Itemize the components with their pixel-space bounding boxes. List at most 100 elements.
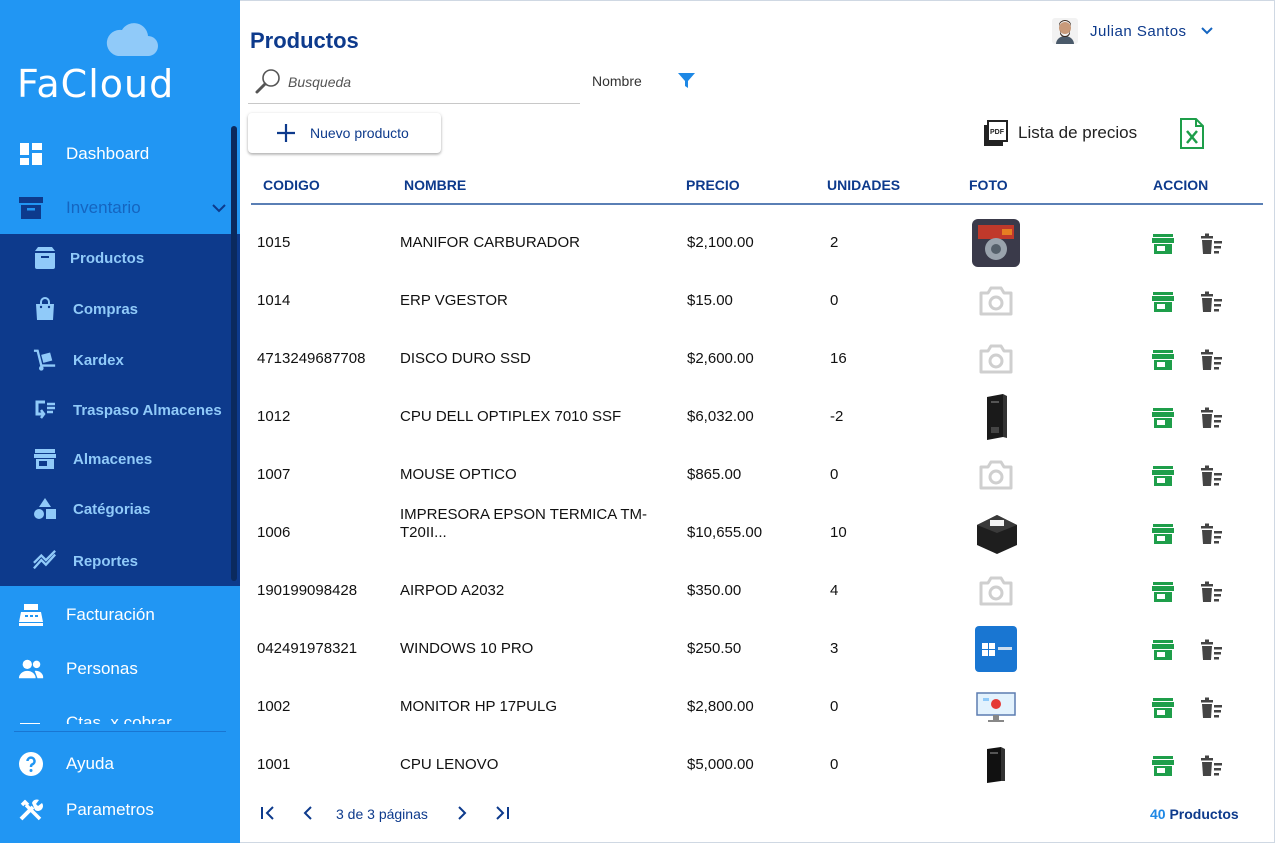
filter-icon[interactable] xyxy=(677,71,696,90)
cell-code: 1007 xyxy=(257,466,291,483)
product-photo[interactable] xyxy=(971,392,1021,442)
product-photo[interactable] xyxy=(971,682,1021,732)
store-icon[interactable] xyxy=(1151,465,1175,487)
delete-icon[interactable] xyxy=(1199,581,1223,603)
last-page-icon[interactable] xyxy=(492,803,512,823)
camera-placeholder-icon[interactable] xyxy=(971,276,1021,326)
new-product-button[interactable]: Nuevo producto xyxy=(248,113,441,153)
delete-icon[interactable] xyxy=(1199,697,1223,719)
user-menu[interactable]: Julian Santos xyxy=(1052,17,1215,45)
product-count: 40 Productos xyxy=(1150,806,1239,822)
submenu-item-reportes[interactable]: Reportes xyxy=(0,539,240,583)
delete-icon[interactable] xyxy=(1199,349,1223,371)
cell-name: IMPRESORA EPSON TERMICA TM-T20II... xyxy=(400,506,647,541)
submenu-item-label: Catégorias xyxy=(73,500,151,518)
sidebar-item-personas[interactable]: Personas xyxy=(0,646,240,692)
store-icon[interactable] xyxy=(1151,291,1175,313)
search-input[interactable] xyxy=(288,71,568,93)
store-icon[interactable] xyxy=(1151,581,1175,603)
cell-price: $15.00 xyxy=(687,292,733,309)
delete-icon[interactable] xyxy=(1199,291,1223,313)
product-photo[interactable] xyxy=(971,508,1021,558)
excel-export-icon[interactable] xyxy=(1180,118,1204,149)
sidebar: FaCloud Dashboard Inventario Productos C… xyxy=(0,0,240,843)
column-header-unidades[interactable]: UNIDADES xyxy=(827,177,900,193)
table-row[interactable]: 042491978321 WINDOWS 10 PRO $250.50 3 xyxy=(251,620,1263,678)
cell-units: 2 xyxy=(830,234,839,251)
sidebar-clip: Ctas. x cobrar xyxy=(0,700,240,724)
inventario-submenu: Productos Compras Kardex Traspaso Almace… xyxy=(0,234,240,586)
plus-icon xyxy=(277,124,295,142)
table-row[interactable]: 1001 CPU LENOVO $5,000.00 0 xyxy=(251,736,1263,794)
price-list-button[interactable]: PDF Lista de precios xyxy=(984,119,1137,147)
table-header: CODIGO NOMBRE PRECIO UNIDADES FOTO ACCIO… xyxy=(251,169,1263,205)
store-icon[interactable] xyxy=(1151,407,1175,429)
cash-register-icon xyxy=(18,602,44,628)
main-content: Productos Julian Santos Nombre Nuevo pro… xyxy=(240,0,1275,843)
transfer-icon xyxy=(33,398,57,422)
camera-placeholder-icon[interactable] xyxy=(971,566,1021,616)
previous-page-icon[interactable] xyxy=(298,803,318,823)
submenu-item-almacenes[interactable]: Almacenes xyxy=(0,437,240,481)
product-photo[interactable] xyxy=(971,740,1021,790)
sidebar-item-dashboard[interactable]: Dashboard xyxy=(0,131,240,177)
table-row[interactable]: 1014 ERP VGESTOR $15.00 0 xyxy=(251,272,1263,330)
column-header-precio[interactable]: PRECIO xyxy=(686,177,740,193)
submenu-item-kardex[interactable]: Kardex xyxy=(0,338,240,382)
store-icon[interactable] xyxy=(1151,755,1175,777)
store-icon[interactable] xyxy=(1151,697,1175,719)
next-page-icon[interactable] xyxy=(452,803,472,823)
sidebar-item-label: Ctas. x cobrar xyxy=(66,713,172,724)
camera-placeholder-icon[interactable] xyxy=(971,450,1021,500)
cell-price: $5,000.00 xyxy=(687,756,754,773)
sidebar-item-facturacion[interactable]: Facturación xyxy=(0,592,240,638)
cell-name: CPU LENOVO xyxy=(400,756,499,773)
cell-units: 3 xyxy=(830,640,839,657)
delete-icon[interactable] xyxy=(1199,407,1223,429)
new-product-label: Nuevo producto xyxy=(310,125,409,141)
store-icon[interactable] xyxy=(1151,233,1175,255)
submenu-item-categorias[interactable]: Catégorias xyxy=(0,487,240,531)
submenu-item-traspaso-almacenes[interactable]: Traspaso Almacenes xyxy=(0,388,240,432)
delete-icon[interactable] xyxy=(1199,465,1223,487)
delete-icon[interactable] xyxy=(1199,639,1223,661)
camera-placeholder-icon[interactable] xyxy=(971,334,1021,384)
submenu-item-label: Kardex xyxy=(73,351,124,369)
store-icon[interactable] xyxy=(1151,639,1175,661)
cell-code: 190199098428 xyxy=(257,582,358,599)
delete-icon[interactable] xyxy=(1199,755,1223,777)
table-row[interactable]: 1007 MOUSE OPTICO $865.00 0 xyxy=(251,446,1263,504)
store-icon[interactable] xyxy=(1151,349,1175,371)
cell-name: ERP VGESTOR xyxy=(400,292,508,309)
column-header-codigo[interactable]: CODIGO xyxy=(263,177,320,193)
sidebar-item-ayuda[interactable]: Ayuda xyxy=(0,741,240,787)
table-row[interactable]: 4713249687708 DISCO DURO SSD $2,600.00 16 xyxy=(251,330,1263,388)
table-row[interactable]: 1002 MONITOR HP 17PULG $2,800.00 0 xyxy=(251,678,1263,736)
sidebar-item-inventario[interactable]: Inventario xyxy=(0,185,240,231)
delete-icon[interactable] xyxy=(1199,523,1223,545)
sidebar-item-parametros[interactable]: Parametros xyxy=(0,787,240,833)
sidebar-item-label: Ayuda xyxy=(66,754,114,773)
first-page-icon[interactable] xyxy=(258,803,278,823)
sidebar-item-ctas-cobrar[interactable]: Ctas. x cobrar xyxy=(0,700,240,724)
sidebar-scrollbar[interactable] xyxy=(231,126,237,581)
cell-code: 1014 xyxy=(257,292,291,309)
column-header-nombre[interactable]: NOMBRE xyxy=(404,177,466,193)
cell-units: 0 xyxy=(830,292,839,309)
product-photo[interactable] xyxy=(971,218,1021,268)
sidebar-item-label: Personas xyxy=(66,659,138,678)
cell-code: 1002 xyxy=(257,698,291,715)
product-photo[interactable] xyxy=(971,624,1021,674)
table-row[interactable]: 1015 MANIFOR CARBURADOR $2,100.00 2 xyxy=(251,214,1263,272)
table-row[interactable]: 1012 CPU DELL OPTIPLEX 7010 SSF $6,032.00 -… xyxy=(251,388,1263,446)
submenu-item-productos[interactable]: Productos xyxy=(0,236,240,280)
delete-icon[interactable] xyxy=(1199,233,1223,255)
chevron-down-icon xyxy=(1200,27,1213,35)
table-row[interactable]: 1006 IMPRESORA EPSON TERMICA TM-T20II... $… xyxy=(251,504,1263,562)
table-row[interactable]: 190199098428 AIRPOD A2032 $350.00 4 xyxy=(251,562,1263,620)
sidebar-item-label: Parametros xyxy=(66,800,154,819)
cell-name: MANIFOR CARBURADOR xyxy=(400,234,581,251)
sidebar-item-label: Facturación xyxy=(66,605,155,624)
submenu-item-compras[interactable]: Compras xyxy=(0,287,240,331)
store-icon[interactable] xyxy=(1151,523,1175,545)
